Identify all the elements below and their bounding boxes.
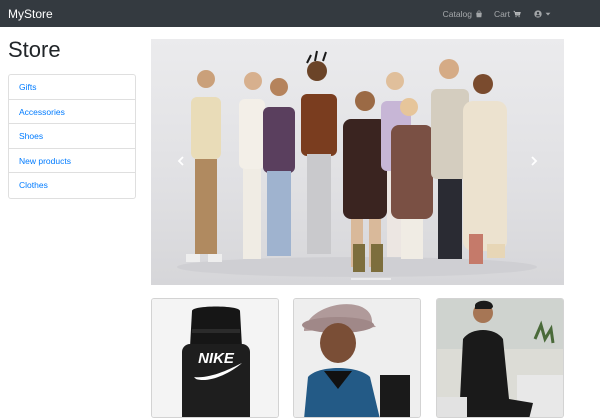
group-of-models-photo <box>177 50 537 280</box>
carousel-prev-icon <box>177 156 184 166</box>
carousel-next-icon <box>531 156 538 166</box>
product-card[interactable] <box>436 298 564 418</box>
caret-down-icon <box>545 12 551 15</box>
black-tracksuit-model-photo <box>437 299 563 417</box>
user-circle-icon <box>534 9 542 18</box>
shopping-bag-icon <box>476 9 482 17</box>
bucket-hat-jacket-model-photo <box>294 299 420 417</box>
svg-text:NIKE: NIKE <box>198 350 235 367</box>
black-nike-backpack-photo: NIKE <box>152 299 278 417</box>
carousel-prev-button[interactable] <box>171 151 191 171</box>
product-card[interactable]: NIKE <box>151 298 279 418</box>
product-card[interactable] <box>293 298 421 418</box>
carousel-next-button[interactable] <box>524 151 544 171</box>
category-accessories[interactable]: Accessories <box>9 100 135 124</box>
category-clothes[interactable]: Clothes <box>9 173 135 198</box>
catalog-link[interactable]: Catalog <box>443 9 483 19</box>
category-new-products[interactable]: New products <box>9 149 135 173</box>
catalog-label: Catalog <box>442 8 472 19</box>
cart-label: Cart <box>493 8 510 19</box>
category-gifts[interactable]: Gifts <box>9 75 135 100</box>
category-list: Gifts Accessories Shoes New products Clo… <box>8 74 136 199</box>
navbar: MyStore Catalog Cart <box>0 0 600 27</box>
page-title: Store <box>8 37 61 62</box>
cart-link[interactable]: Cart <box>494 9 521 19</box>
user-menu-toggle[interactable] <box>534 9 551 18</box>
brand-link[interactable]: MyStore <box>8 7 53 21</box>
category-shoes[interactable]: Shoes <box>9 124 135 149</box>
hero-carousel[interactable] <box>151 39 564 285</box>
shopping-cart-icon <box>513 10 521 17</box>
nav-right: Catalog Cart <box>443 9 551 19</box>
